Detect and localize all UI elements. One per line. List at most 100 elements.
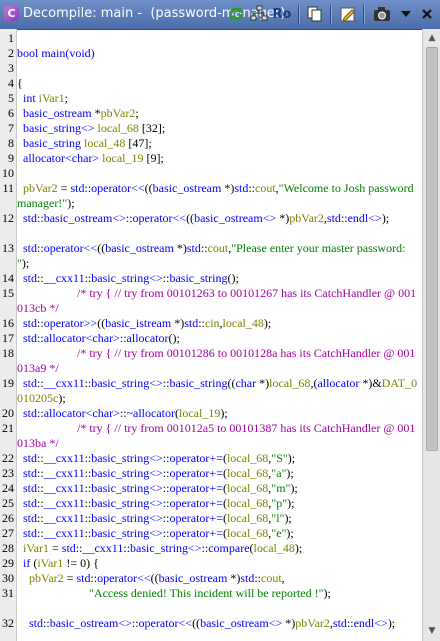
code-token: ,	[281, 571, 285, 585]
edit-button[interactable]	[338, 4, 358, 24]
code-text: std::__cxx11::basic_string<>::operator+=…	[17, 466, 420, 481]
code-text: std::basic_ostream<>::operator<<((basic_…	[17, 616, 420, 631]
code-line[interactable]: 23 std::__cxx11::basic_string<>::operato…	[0, 466, 420, 481]
code-line[interactable]: 30 pbVar2 = std::operator<<((basic_ostre…	[0, 571, 420, 586]
code-text: /* try { // try from 00101263 to 0010126…	[17, 286, 420, 316]
line-number: 25	[2, 496, 14, 510]
code-token: cout	[207, 241, 229, 255]
code-text: basic_ostream *pbVar2;	[17, 106, 420, 121]
code-token: );	[286, 526, 294, 540]
code-token: __cxx11	[43, 376, 85, 390]
code-text: /* try { // try from 001012a5 to 0010138…	[17, 421, 420, 451]
code-line[interactable]: 22 std::__cxx11::basic_string<>::operato…	[0, 451, 420, 466]
code-line[interactable]: 20 std::allocator<char>::~allocator(loca…	[0, 406, 420, 421]
code-line[interactable]: 29 if (iVar1 != 0) {	[0, 556, 420, 571]
code-line[interactable]: 7 basic_string<> local_68 [32];	[0, 121, 420, 136]
code-line[interactable]: 8 basic_string local_48 [47];	[0, 136, 420, 151]
code-token: "p"	[271, 496, 288, 510]
code-token: __cxx11	[43, 496, 85, 510]
code-token: ::	[340, 211, 348, 225]
code-line[interactable]: 1	[0, 31, 420, 46]
code-token: operator+=	[169, 511, 223, 525]
code-line[interactable]: 17 std::allocator<char>::allocator();	[0, 331, 420, 346]
code-text: std::allocator<char>::allocator();	[17, 331, 420, 346]
code-text: bool main(void)	[17, 46, 420, 61]
refresh-button[interactable]	[226, 4, 246, 24]
ro-button[interactable]: Ro	[271, 4, 293, 24]
code-token: basic_string<>	[91, 271, 163, 285]
graph-button[interactable]	[249, 4, 269, 24]
code-line[interactable]: 15 /* try { // try from 00101263 to 0010…	[0, 286, 420, 316]
code-token: operator<<	[43, 241, 98, 255]
code-token: cin	[204, 316, 220, 330]
code-line[interactable]: 14 std::__cxx11::basic_string<>::basic_s…	[0, 271, 420, 286]
code-token: ;	[135, 106, 139, 120]
code-token: [32];	[138, 121, 166, 135]
code-token: basic_string	[169, 271, 228, 285]
code-line[interactable]: 5 int iVar1;	[0, 91, 420, 106]
copy-button[interactable]	[305, 4, 325, 24]
snapshot-button[interactable]	[371, 4, 393, 24]
code-token: allocator<char>	[43, 331, 120, 345]
menu-button[interactable]	[397, 4, 415, 24]
decompiled-code-view[interactable]: 1 2 bool main(void) 3 4{5 int iVar1; 6 basic_…	[0, 29, 422, 641]
line-number: 6	[8, 106, 14, 120]
code-line[interactable]: 19 std::__cxx11::basic_string<>::basic_s…	[0, 376, 420, 406]
code-token: allocator	[126, 331, 169, 345]
vertical-scrollbar[interactable]: ▲ ▼	[422, 29, 440, 641]
code-token: );	[287, 496, 295, 510]
scroll-down-icon[interactable]: ▼	[426, 625, 438, 637]
code-token: pbVar2	[100, 106, 136, 120]
code-token: ::	[131, 616, 139, 630]
code-line[interactable]: 25 std::__cxx11::basic_string<>::operato…	[0, 496, 420, 511]
code-token: ::	[37, 376, 44, 390]
code-line[interactable]: 9 allocator<char> local_19 [9];	[0, 151, 420, 166]
code-line[interactable]: 21 /* try { // try from 001012a5 to 0010…	[0, 421, 420, 451]
code-line[interactable]: 13 std::operator<<((basic_ostream *)std:…	[0, 241, 420, 271]
code-text: std::allocator<char>::~allocator(local_1…	[17, 406, 420, 421]
code-line[interactable]: 12 std::basic_ostream<>::operator<<((bas…	[0, 211, 420, 241]
code-token: std	[240, 571, 255, 585]
code-line[interactable]: 31 "Access denied! This incident will be…	[0, 586, 420, 616]
decompile-icon: C	[4, 6, 19, 21]
code-line[interactable]: 26 std::__cxx11::basic_string<>::operato…	[0, 511, 420, 526]
code-text: std::basic_ostream<>::operator<<((basic_…	[17, 211, 420, 226]
code-token: ::	[37, 316, 44, 330]
code-text: basic_string<> local_68 [32];	[17, 121, 420, 136]
code-line[interactable]: 2 bool main(void)	[0, 46, 420, 61]
code-line[interactable]: 18 /* try { // try from 00101286 to 0010…	[0, 346, 420, 376]
code-line[interactable]: 27 std::__cxx11::basic_string<>::operato…	[0, 526, 420, 541]
code-line[interactable]: 4{	[0, 76, 420, 91]
code-token: /* try { // try from 001012a5 to 0010138…	[17, 421, 416, 450]
scroll-up-icon[interactable]: ▲	[426, 32, 438, 44]
code-line[interactable]: 32 std::basic_ostream<>::operator<<((bas…	[0, 616, 420, 641]
close-button[interactable]	[418, 4, 436, 24]
code-token: ;	[64, 91, 69, 105]
line-number: 26	[2, 511, 14, 525]
toolbar-divider	[363, 5, 365, 24]
code-token: local_19	[102, 151, 144, 165]
code-line[interactable]: 3	[0, 61, 420, 76]
line-number: 21	[2, 421, 14, 435]
code-line[interactable]: 11 pbVar2 = std::operator<<((basic_ostre…	[0, 181, 420, 211]
line-number: 8	[8, 136, 14, 150]
code-token: basic_string<>	[91, 511, 163, 525]
code-line[interactable]: 16 std::operator>>((basic_istream *)std:…	[0, 316, 420, 331]
code-token: pbVar2	[289, 211, 324, 225]
scrollbar-thumb[interactable]	[426, 47, 438, 451]
code-text: std::__cxx11::basic_string<>::basic_stri…	[17, 376, 420, 406]
code-line[interactable]: 6 basic_ostream *pbVar2;	[0, 106, 420, 121]
code-text: std::__cxx11::basic_string<>::operator+=…	[17, 496, 420, 511]
code-line[interactable]: 24 std::__cxx11::basic_string<>::operato…	[0, 481, 420, 496]
edit-icon	[340, 7, 355, 22]
code-token: "a"	[271, 466, 287, 480]
code-token: ::	[37, 511, 44, 525]
code-line[interactable]: 28 iVar1 = std::__cxx11::basic_string<>:…	[0, 541, 420, 556]
code-token: operator<<	[91, 181, 145, 195]
code-token: __cxx11	[43, 526, 85, 540]
code-token: basic_string	[23, 136, 81, 150]
code-token: ::	[37, 451, 44, 465]
code-line[interactable]: 10	[0, 166, 420, 181]
code-token: ::	[125, 211, 133, 225]
